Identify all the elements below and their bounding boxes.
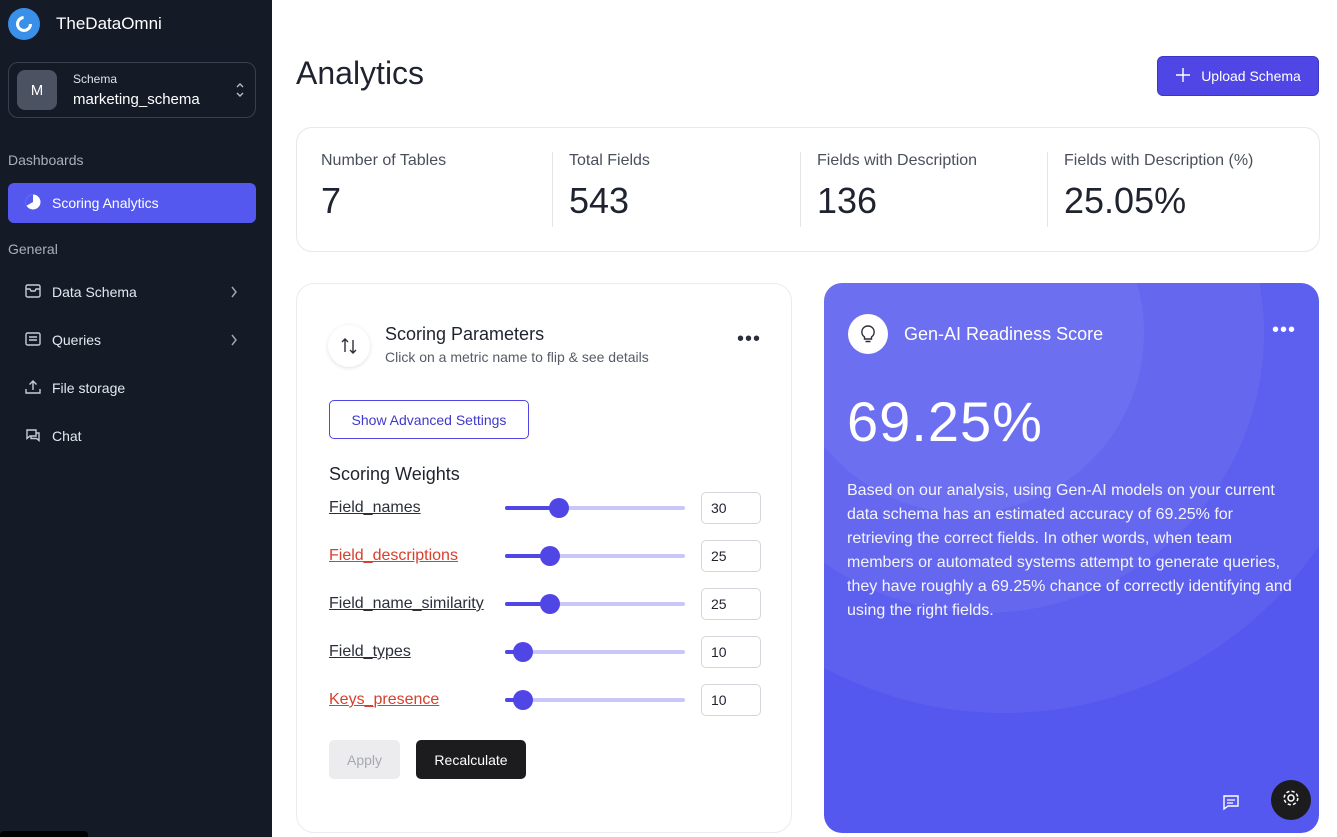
weight-slider-thumb[interactable]: [549, 498, 569, 518]
chevron-up-down-icon: [235, 81, 245, 104]
chevron-right-icon: [230, 285, 238, 302]
stat-value: 7: [321, 180, 342, 221]
sidebar-item-data-schema[interactable]: Data Schema: [8, 272, 256, 312]
weight-row: Keys_presence: [329, 684, 761, 716]
stat-number-of-tables: Number of Tables 7: [321, 152, 561, 222]
scoring-weights-title: Scoring Weights: [329, 464, 460, 484]
recalculate-button[interactable]: Recalculate: [416, 740, 526, 779]
weight-row: Field_name_similarity: [329, 588, 761, 620]
weight-slider-thumb[interactable]: [513, 690, 533, 710]
weight-slider[interactable]: [505, 498, 685, 518]
upload-icon: [24, 378, 42, 399]
sidebar-item-scoring-analytics[interactable]: Scoring Analytics: [8, 183, 256, 223]
weight-value-input[interactable]: [701, 492, 761, 524]
chevron-right-icon: [230, 333, 238, 350]
stat-divider: [1047, 152, 1048, 227]
weight-name-link[interactable]: Field_name_similarity: [329, 595, 484, 613]
readiness-score: 69.25%: [847, 390, 1043, 453]
chat-icon: [24, 426, 42, 447]
schema-selector[interactable]: M Schema marketing_schema: [8, 62, 256, 118]
stat-label: Fields with Description (%): [1064, 152, 1254, 169]
weight-name-link[interactable]: Keys_presence: [329, 691, 439, 709]
genai-readiness-card: Gen-AI Readiness Score ••• 69.25% Based …: [824, 283, 1319, 833]
stat-fields-with-description: Fields with Description 136: [817, 152, 1057, 222]
sidebar-item-label: File storage: [52, 380, 126, 396]
weight-slider[interactable]: [505, 546, 685, 566]
schema-avatar: M: [17, 70, 57, 110]
stat-value: 136: [817, 180, 878, 221]
sidebar-item-file-storage[interactable]: File storage: [8, 368, 256, 408]
schema-label: Schema: [73, 72, 118, 86]
weight-row: Field_descriptions: [329, 540, 761, 572]
stat-label: Fields with Description: [817, 152, 978, 169]
lightbulb-icon: [848, 314, 888, 354]
weight-value-input[interactable]: [701, 684, 761, 716]
apply-button[interactable]: Apply: [329, 740, 400, 779]
weight-name-link[interactable]: Field_types: [329, 643, 411, 661]
weight-value-input[interactable]: [701, 540, 761, 572]
show-advanced-settings-button[interactable]: Show Advanced Settings: [329, 400, 529, 439]
genai-title: Gen-AI Readiness Score: [904, 324, 1104, 344]
settings-gear-button[interactable]: [1271, 780, 1311, 820]
weight-slider-thumb[interactable]: [540, 546, 560, 566]
sidebar-item-label: Queries: [52, 332, 102, 348]
weight-value-input[interactable]: [701, 588, 761, 620]
sidebar: TheDataOmni M Schema marketing_schema Da…: [0, 0, 272, 837]
weight-row: Field_names: [329, 492, 761, 524]
weight-slider[interactable]: [505, 642, 685, 662]
weight-name-link[interactable]: Field_descriptions: [329, 547, 458, 565]
bottom-tab-handle: [0, 831, 88, 837]
stat-fields-with-description-pct: Fields with Description (%) 25.05%: [1064, 152, 1304, 222]
weight-slider-thumb[interactable]: [513, 642, 533, 662]
stat-divider: [800, 152, 801, 227]
brand[interactable]: TheDataOmni: [8, 8, 162, 40]
stat-label: Total Fields: [569, 152, 650, 169]
weight-value-input[interactable]: [701, 636, 761, 668]
stat-value: 543: [569, 180, 630, 221]
weight-slider-thumb[interactable]: [540, 594, 560, 614]
readiness-description: Based on our analysis, using Gen-AI mode…: [847, 482, 1292, 619]
dashboards-section-label: Dashboards: [8, 152, 84, 168]
stat-label: Number of Tables: [321, 152, 447, 169]
sidebar-item-chat[interactable]: Chat: [8, 416, 256, 456]
sidebar-item-label: Scoring Analytics: [52, 195, 159, 211]
more-options-icon[interactable]: •••: [1272, 319, 1296, 342]
stat-total-fields: Total Fields 543: [569, 152, 809, 222]
feedback-icon[interactable]: [1222, 793, 1240, 816]
more-options-icon[interactable]: •••: [737, 328, 761, 351]
stat-value: 25.05%: [1064, 180, 1187, 221]
scoring-title: Scoring Parameters: [385, 324, 545, 344]
weight-slider[interactable]: [505, 690, 685, 710]
stat-divider: [552, 152, 553, 227]
weight-row: Field_types: [329, 636, 761, 668]
scoring-parameters-card: Scoring Parameters Click on a metric nam…: [296, 283, 792, 833]
app-name: TheDataOmni: [56, 14, 162, 33]
weight-slider[interactable]: [505, 594, 685, 614]
sort-arrows-icon[interactable]: [328, 325, 370, 367]
upload-schema-label: Upload Schema: [1201, 68, 1301, 84]
scoring-subtitle: Click on a metric name to flip & see det…: [385, 349, 649, 365]
sidebar-item-queries[interactable]: Queries: [8, 320, 256, 360]
stats-panel: Number of Tables 7 Total Fields 543 Fiel…: [296, 127, 1320, 252]
list-icon: [24, 330, 42, 351]
schema-name: marketing_schema: [73, 91, 200, 108]
sidebar-item-label: Data Schema: [52, 284, 137, 300]
app-logo-icon: [8, 8, 40, 40]
sidebar-item-label: Chat: [52, 428, 82, 444]
plus-icon: [1175, 67, 1191, 86]
weight-name-link[interactable]: Field_names: [329, 499, 421, 517]
gear-icon: [1281, 788, 1301, 813]
page-title: Analytics: [296, 55, 425, 91]
inbox-icon: [24, 282, 42, 303]
general-section-label: General: [8, 241, 58, 257]
pie-chart-icon: [24, 193, 42, 214]
upload-schema-button[interactable]: Upload Schema: [1157, 56, 1319, 96]
